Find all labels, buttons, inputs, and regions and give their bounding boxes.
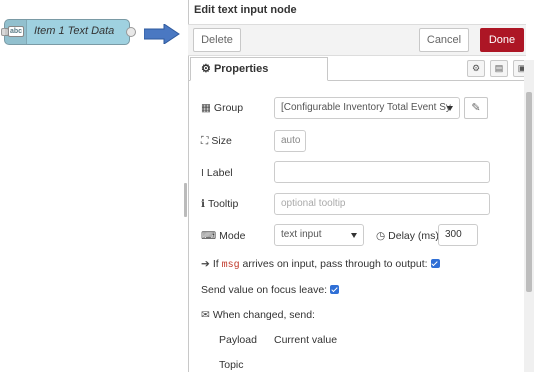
tab-properties-label: Properties — [213, 63, 269, 75]
when-changed-label: ✉ When changed, send: — [201, 309, 315, 321]
passthrough-checkbox[interactable] — [430, 259, 440, 268]
size-label: ⛶ Size — [201, 135, 232, 147]
right-arrow-icon — [144, 24, 180, 44]
envelope-icon: ✉ — [201, 309, 210, 321]
focus-leave-checkbox[interactable] — [330, 285, 340, 294]
scrollbar-thumb[interactable] — [526, 92, 532, 292]
tab-properties[interactable]: ⚙ Properties — [190, 57, 328, 81]
msg-code: msg — [221, 260, 240, 271]
payload-value[interactable]: Current value — [274, 334, 337, 346]
delay-input[interactable]: 300 — [438, 224, 478, 246]
settings-tab-icon[interactable]: ⚙ — [467, 60, 485, 77]
text-input-icon: abc — [8, 26, 24, 37]
delete-button[interactable]: Delete — [193, 28, 241, 52]
group-label: ▦ Group — [201, 102, 244, 114]
arrow-right-icon: ➔ — [201, 258, 210, 270]
done-button[interactable]: Done — [480, 28, 524, 52]
delay-label: ◷ Delay (ms) — [376, 230, 439, 242]
edit-group-button[interactable]: ✎ — [464, 97, 488, 119]
pencil-icon: ✎ — [471, 102, 481, 114]
tooltip-label: ℹ Tooltip — [201, 198, 239, 210]
description-tab-icon[interactable]: ▤ — [490, 60, 508, 77]
tooltip-input[interactable]: optional tooltip — [274, 193, 490, 215]
node-output-port[interactable] — [126, 27, 136, 37]
cancel-button[interactable]: Cancel — [419, 28, 469, 52]
gear-icon: ⚙ — [201, 63, 211, 75]
node-label: Item 1 Text Data — [34, 25, 115, 37]
label-label: I Label — [201, 167, 233, 179]
mode-select[interactable]: text input — [274, 224, 364, 246]
resize-icon: ⛶ — [201, 135, 209, 147]
panel-resize-handle[interactable] — [184, 183, 187, 217]
node-icon-area: abc — [5, 20, 27, 44]
mode-label: ⌨ Mode — [201, 230, 246, 242]
topic-label: Topic — [219, 359, 244, 371]
panel-title: Edit text input node — [194, 4, 297, 16]
text-input-node[interactable]: abc Item 1 Text Data — [1, 19, 136, 45]
info-icon: ℹ — [201, 198, 205, 210]
label-input[interactable] — [274, 161, 490, 183]
text-cursor-icon: I — [201, 167, 204, 179]
table-icon: ▦ — [201, 102, 211, 114]
keyboard-icon: ⌨ — [201, 230, 217, 242]
group-select[interactable]: [Configurable Inventory Total Event Sy — [274, 97, 460, 119]
passthrough-label: ➔ If msg arrives on input, pass through t… — [201, 258, 440, 271]
payload-label: Payload — [219, 334, 257, 346]
clock-icon: ◷ — [376, 230, 386, 242]
size-button[interactable]: auto — [274, 130, 306, 152]
focus-leave-label: Send value on focus leave: — [201, 284, 340, 296]
